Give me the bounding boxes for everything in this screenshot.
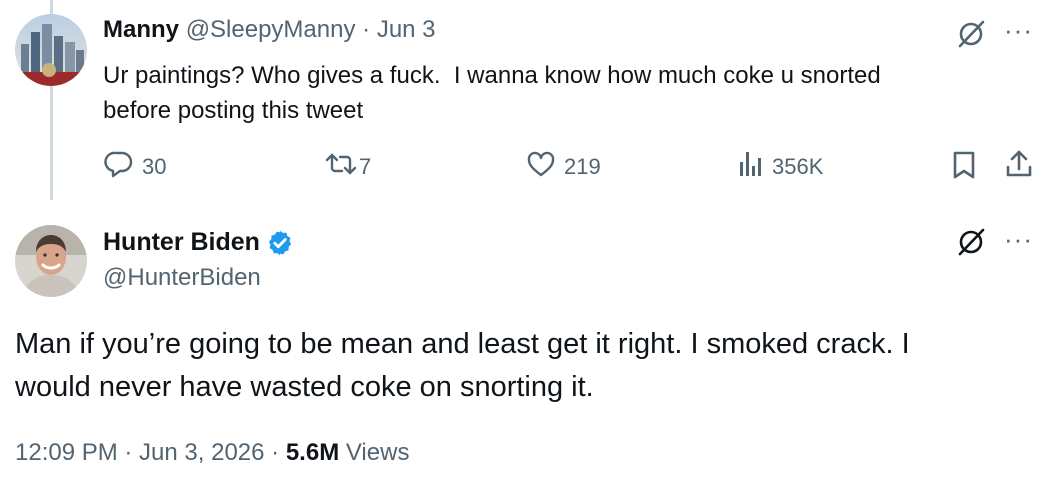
- views-icon: [738, 150, 764, 184]
- bookmark-icon[interactable]: [951, 150, 977, 180]
- more-icon[interactable]: ···: [1004, 17, 1033, 43]
- reply-display-name[interactable]: Manny: [103, 16, 179, 43]
- reply-handle[interactable]: @SleepyManny: [186, 16, 356, 43]
- repost-count: 7: [359, 154, 372, 179]
- grok-icon[interactable]: [956, 227, 986, 257]
- main-display-name[interactable]: Hunter Biden: [103, 228, 260, 257]
- main-name-row: Hunter Biden: [103, 228, 294, 257]
- reply-text-line2: before posting this tweet: [103, 97, 364, 124]
- grok-icon[interactable]: [956, 19, 986, 49]
- share-icon[interactable]: [1004, 148, 1034, 180]
- timestamp[interactable]: 12:09 PM · Jun 3, 2026 ·: [15, 439, 279, 466]
- repost-button[interactable]: 7: [325, 150, 371, 184]
- reply-separator: ·: [362, 16, 371, 43]
- reply-header: Manny @SleepyManny · Jun 3: [103, 16, 436, 44]
- repost-icon: [325, 150, 357, 184]
- more-icon[interactable]: ···: [1004, 226, 1033, 252]
- views-label: Views: [345, 439, 410, 466]
- avatar[interactable]: [15, 14, 87, 86]
- like-count: 219: [564, 154, 601, 179]
- tweet-metadata: 12:09 PM · Jun 3, 2026 · 5.6M Views: [15, 439, 409, 467]
- reply-count: 30: [142, 154, 167, 179]
- views-button[interactable]: 356K: [738, 150, 823, 184]
- reply-text: Ur paintings? Who gives a fuck. I wanna …: [103, 58, 1043, 128]
- verified-badge-icon: [266, 229, 294, 257]
- reply-icon: [104, 150, 134, 184]
- main-text-line1: Man if you’re going to be mean and least…: [15, 328, 910, 360]
- reply-button[interactable]: 30: [104, 150, 166, 184]
- main-tweet-text: Man if you’re going to be mean and least…: [15, 323, 1045, 409]
- main-handle[interactable]: @HunterBiden: [103, 264, 261, 292]
- like-icon: [526, 150, 556, 184]
- main-text-line2: would never have wasted coke on snorting…: [15, 371, 594, 403]
- views-count: 356K: [772, 154, 824, 179]
- reply-date[interactable]: Jun 3: [377, 16, 436, 43]
- reply-text-line1: Ur paintings? Who gives a fuck. I wanna …: [103, 62, 881, 89]
- views-count: 5.6M: [285, 439, 340, 466]
- avatar[interactable]: [15, 225, 87, 297]
- like-button[interactable]: 219: [526, 150, 601, 184]
